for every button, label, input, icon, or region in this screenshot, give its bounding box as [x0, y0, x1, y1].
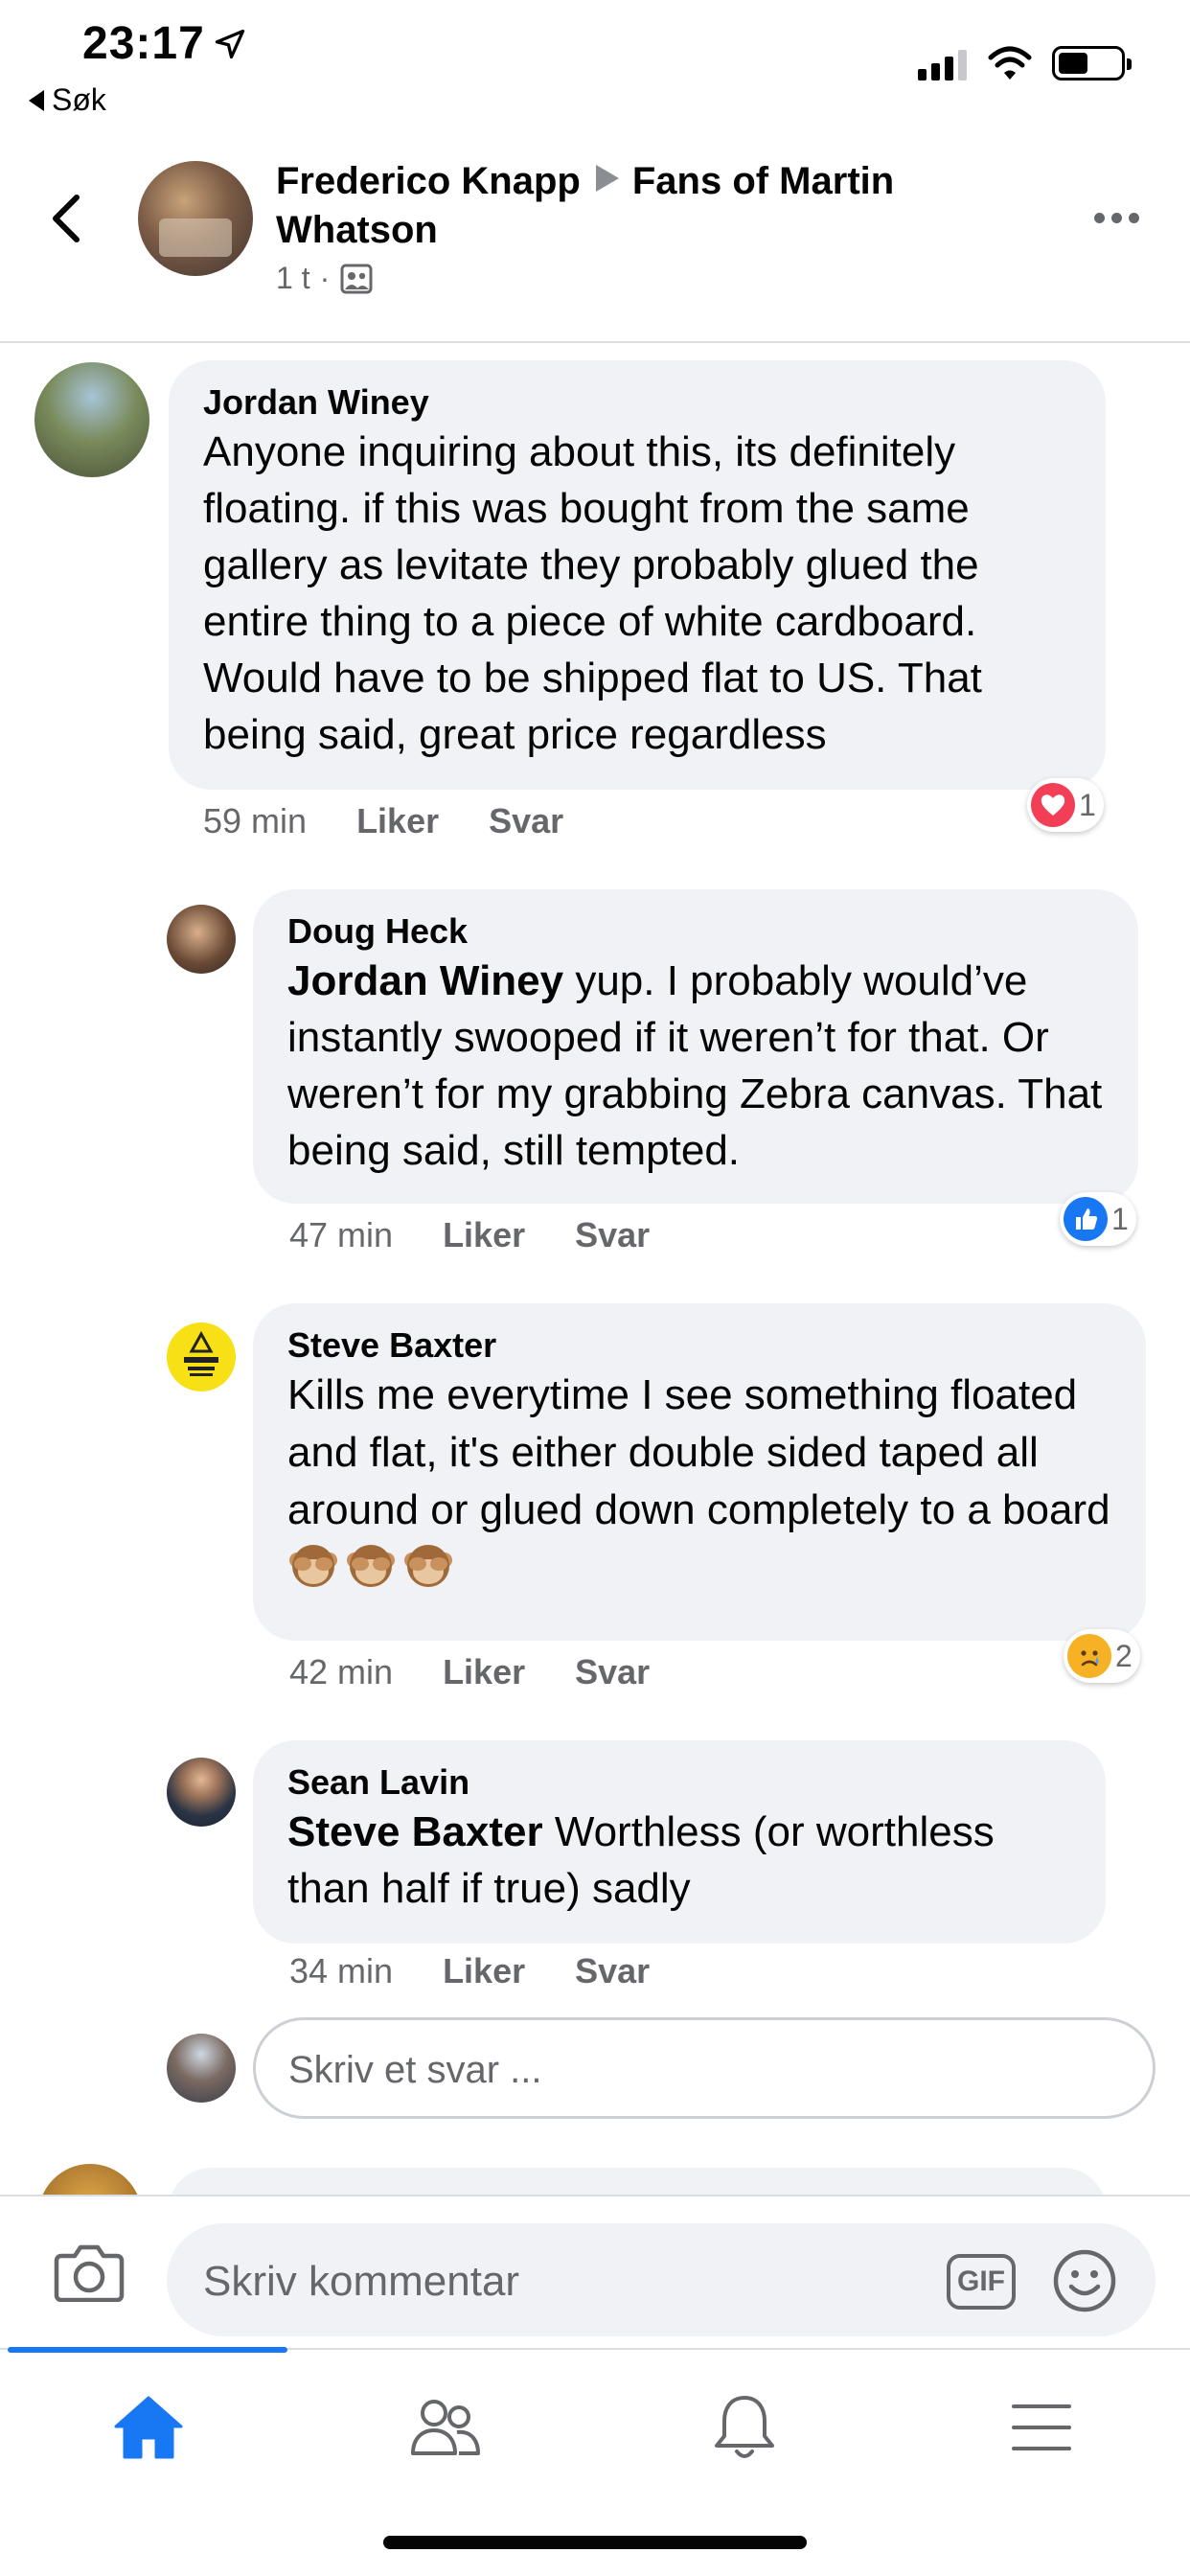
mention-link[interactable]: Steve Baxter: [287, 1808, 543, 1855]
menu-icon[interactable]: [998, 2384, 1085, 2471]
back-chevron-icon[interactable]: [44, 190, 92, 247]
back-to-app-link[interactable]: Søk: [29, 82, 106, 118]
home-icon[interactable]: [105, 2384, 192, 2471]
reaction-count: 1: [1111, 1201, 1129, 1236]
comment-body: Kills me everytime I see something float…: [287, 1371, 1110, 1533]
commenter-avatar[interactable]: [167, 1322, 236, 1392]
comment-time: 42 min: [289, 1652, 394, 1691]
reply-input[interactable]: Skriv et svar ...: [253, 2017, 1156, 2119]
reply-button[interactable]: Svar: [489, 801, 563, 841]
post-time: 1 t: [276, 261, 310, 295]
commenter-name[interactable]: Doug Heck: [287, 910, 1104, 953]
notifications-bell-icon[interactable]: [701, 2384, 788, 2471]
comment-bubble: Steve Baxter Kills me everytime I see so…: [253, 1303, 1146, 1641]
cellular-signal-icon: [918, 50, 967, 80]
reply-button[interactable]: Svar: [575, 1951, 650, 1991]
like-button[interactable]: Liker: [443, 1951, 525, 1991]
like-button[interactable]: Liker: [443, 1215, 525, 1255]
camera-icon[interactable]: [54, 2242, 125, 2302]
reply-button[interactable]: Svar: [575, 1215, 650, 1255]
author-name[interactable]: Frederico Knapp: [276, 160, 581, 202]
gif-icon[interactable]: GIF: [947, 2254, 1016, 2310]
active-tab-indicator: [8, 2347, 287, 2353]
comment-time: 34 min: [289, 1951, 394, 1990]
commenter-name[interactable]: Steve Baxter: [287, 1324, 1111, 1367]
reply-input-placeholder: Skriv et svar ...: [288, 2049, 542, 2091]
sad-reaction-icon: [1067, 1634, 1111, 1678]
commenter-name[interactable]: Sean Lavin: [287, 1761, 1071, 1804]
danger-sign-icon: [184, 1330, 218, 1376]
wifi-icon: [988, 46, 1032, 80]
friends-icon[interactable]: [402, 2384, 489, 2471]
comment-actions: 59 min Liker Svar: [203, 801, 563, 841]
comments-list: Jordan Winey Anyone inquiring about this…: [0, 345, 1190, 2195]
comment-text: Kills me everytime I see something float…: [287, 1367, 1111, 1597]
see-no-evil-monkey-emoji: [289, 1545, 337, 1587]
comment-input-placeholder: Skriv kommentar: [203, 2258, 520, 2305]
commenter-avatar[interactable]: [167, 1758, 236, 1827]
post-header: Frederico Knapp Fans of Martin Whatson 1 …: [0, 134, 1190, 343]
like-button[interactable]: Liker: [356, 801, 439, 841]
comment-actions: 47 min Liker Svar: [289, 1215, 650, 1255]
post-meta: 1 t ·: [276, 261, 374, 296]
comment-text: Jordan Winey yup. I probably would’ve in…: [287, 953, 1104, 1179]
current-user-avatar: [167, 2034, 236, 2103]
like-reaction-icon: [1064, 1197, 1108, 1241]
emoji-smiley-icon[interactable]: [1052, 2248, 1117, 2313]
reaction-badge[interactable]: 1: [1060, 1192, 1136, 1246]
like-button[interactable]: Liker: [443, 1652, 525, 1692]
back-triangle-icon: [29, 89, 44, 111]
group-audience-icon: [340, 264, 373, 293]
comment-actions: 34 min Liker Svar: [289, 1951, 650, 1991]
comment-bubble: Sean Lavin Steve Baxter Worthless (or wo…: [253, 1740, 1106, 1944]
comment-input[interactable]: Skriv kommentar GIF: [167, 2223, 1156, 2336]
reaction-count: 1: [1079, 787, 1096, 822]
back-app-label: Søk: [52, 82, 106, 117]
battery-icon: [1052, 46, 1132, 80]
location-arrow-icon: [215, 29, 245, 59]
arrow-right-icon: [595, 165, 619, 192]
comment-bubble: [169, 2168, 1106, 2195]
comment-composer: Skriv kommentar GIF: [0, 2195, 1190, 2346]
commenter-avatar[interactable]: [38, 2164, 142, 2195]
commenter-name[interactable]: Jordan Winey: [203, 381, 1071, 424]
commenter-avatar[interactable]: [34, 362, 149, 477]
commenter-avatar[interactable]: [167, 905, 236, 974]
comment-time: 47 min: [289, 1215, 394, 1254]
more-options-icon[interactable]: [1094, 213, 1139, 223]
mention-link[interactable]: Jordan Winey: [287, 957, 563, 1004]
reply-button[interactable]: Svar: [575, 1652, 650, 1692]
reaction-badge[interactable]: 1: [1027, 778, 1104, 832]
comment-bubble: Jordan Winey Anyone inquiring about this…: [169, 360, 1106, 790]
status-bar: 23:17 Søk: [0, 0, 1190, 125]
author-avatar[interactable]: [138, 161, 253, 276]
comment-bubble: Doug Heck Jordan Winey yup. I probably w…: [253, 889, 1138, 1204]
comment-text: Steve Baxter Worthless (or worthless tha…: [287, 1804, 1071, 1917]
see-no-evil-monkey-emoji: [347, 1545, 395, 1587]
post-title: Frederico Knapp Fans of Martin Whatson: [276, 157, 966, 255]
comment-actions: 42 min Liker Svar: [289, 1652, 650, 1692]
comment-text: Anyone inquiring about this, its definit…: [203, 428, 982, 758]
meta-separator: ·: [319, 261, 331, 295]
comment-time: 59 min: [203, 801, 308, 840]
love-reaction-icon: [1031, 783, 1075, 827]
home-indicator[interactable]: [383, 2536, 807, 2549]
reaction-badge[interactable]: 2: [1064, 1629, 1140, 1683]
status-time: 23:17: [82, 18, 205, 69]
see-no-evil-monkey-emoji: [404, 1545, 452, 1587]
reaction-count: 2: [1115, 1638, 1133, 1673]
